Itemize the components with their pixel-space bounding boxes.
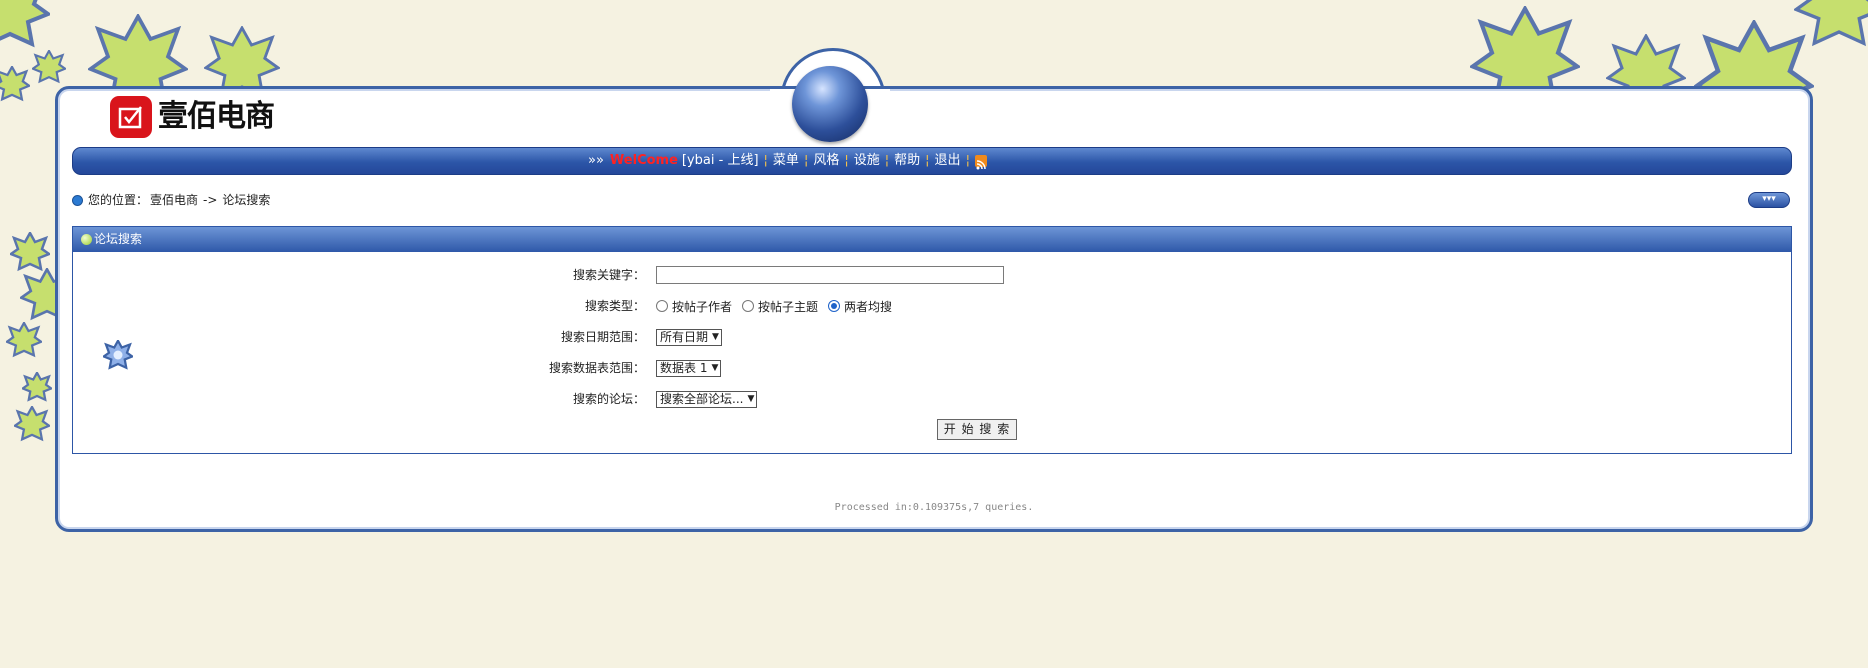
type-radio-both[interactable] [828, 300, 841, 312]
nav-welcome: WelCome [609, 153, 678, 168]
nav-separator: ¦ [803, 153, 809, 168]
forum-value: 搜索全部论坛... [660, 391, 744, 406]
type-radio-group: 按帖子作者 按帖子主题 两者均搜 [656, 295, 902, 317]
keyword-input[interactable] [656, 266, 1004, 284]
decor-star-icon [14, 406, 50, 442]
rss-icon[interactable] [974, 155, 987, 170]
chevron-down-icon: ▼ [711, 362, 719, 373]
nav-user-status[interactable]: [ybai - 上线] [682, 148, 759, 174]
nav-item-settings[interactable]: 设施 [854, 148, 880, 174]
keyword-label: 搜索关键字： [572, 268, 645, 282]
decor-star-icon [6, 322, 42, 358]
top-navbar: »» WelCome [ybai - 上线] ¦ 菜单 ¦ 风格 ¦ 设施 ¦ … [72, 147, 1792, 175]
type-option-both[interactable]: 两者均搜 [844, 298, 892, 315]
breadcrumb-arrow: -> [203, 193, 218, 207]
decor-star-icon [22, 372, 52, 402]
date-range-value: 所有日期 [660, 329, 709, 344]
chevron-down-icon: ▼ [747, 393, 755, 404]
breadcrumb-bullet-icon [72, 194, 83, 206]
panel-header-dot-icon [81, 234, 92, 245]
forum-select[interactable]: 搜索全部论坛... ▼ [656, 390, 758, 408]
decor-star-icon [1794, 0, 1868, 50]
collapse-button[interactable]: ▾▾▾ [1748, 192, 1790, 208]
processed-footer: Processed in:0.109375s,7 queries. [834, 502, 1034, 513]
logo-mark-icon [110, 96, 152, 138]
breadcrumb-label: 您的位置： [88, 193, 149, 207]
decor-star-icon [0, 66, 30, 102]
decor-star-icon [0, 0, 50, 50]
nav-separator: ¦ [965, 153, 970, 168]
nav-prefix: »» [588, 153, 604, 168]
decor-star-icon [10, 232, 50, 272]
date-field-wrap: 所有日期 ▼ [656, 326, 722, 348]
forum-label: 搜索的论坛： [572, 392, 645, 406]
type-radio-author[interactable] [656, 300, 668, 312]
table-range-value: 数据表 1 [660, 360, 708, 375]
search-panel: 论坛搜索 搜索关键字： 搜索类型： 按帖子作者 按帖子主题 两者均搜 搜索日期范… [72, 226, 1792, 454]
table-label: 搜索数据表范围： [548, 361, 645, 375]
table-range-select[interactable]: 数据表 1 ▼ [656, 359, 722, 377]
panel-header: 论坛搜索 [73, 227, 1791, 252]
decor-star-icon [32, 50, 66, 84]
type-option-subject[interactable]: 按帖子主题 [758, 298, 818, 315]
type-radio-subject[interactable] [742, 300, 755, 312]
forum-field-wrap: 搜索全部论坛... ▼ [656, 388, 758, 410]
site-logo[interactable]: 壹佰电商 [110, 94, 275, 140]
globe-icon [792, 66, 868, 142]
nav-separator: ¦ [763, 153, 768, 168]
table-field-wrap: 数据表 1 ▼ [656, 357, 722, 379]
nav-item-menu[interactable]: 菜单 [773, 148, 799, 174]
date-label: 搜索日期范围： [560, 330, 645, 344]
panel-title: 论坛搜索 [94, 232, 143, 246]
nav-links: »» WelCome [ybai - 上线] ¦ 菜单 ¦ 风格 ¦ 设施 ¦ … [588, 148, 987, 174]
breadcrumb-site-link[interactable]: 壹佰电商 [150, 192, 198, 208]
nav-item-style[interactable]: 风格 [813, 148, 839, 174]
type-label: 搜索类型： [584, 299, 645, 313]
breadcrumb-current: 论坛搜索 [222, 193, 271, 207]
type-option-author[interactable]: 按帖子作者 [672, 298, 732, 315]
date-range-select[interactable]: 所有日期 ▼ [656, 328, 722, 346]
nav-item-help[interactable]: 帮助 [894, 148, 920, 174]
keyword-field-wrap [656, 264, 1004, 286]
nav-separator: ¦ [925, 153, 930, 168]
nav-separator: ¦ [884, 153, 890, 168]
nav-separator: ¦ [844, 153, 849, 168]
chevron-down-icon: ▼ [712, 331, 719, 342]
nav-item-logout[interactable]: 退出 [935, 148, 961, 174]
logo-wordmark: 壹佰电商 [158, 99, 275, 134]
start-search-button[interactable]: 开 始 搜 索 [937, 419, 1017, 440]
breadcrumb: 您的位置： 壹佰电商 -> 论坛搜索 [72, 192, 270, 208]
